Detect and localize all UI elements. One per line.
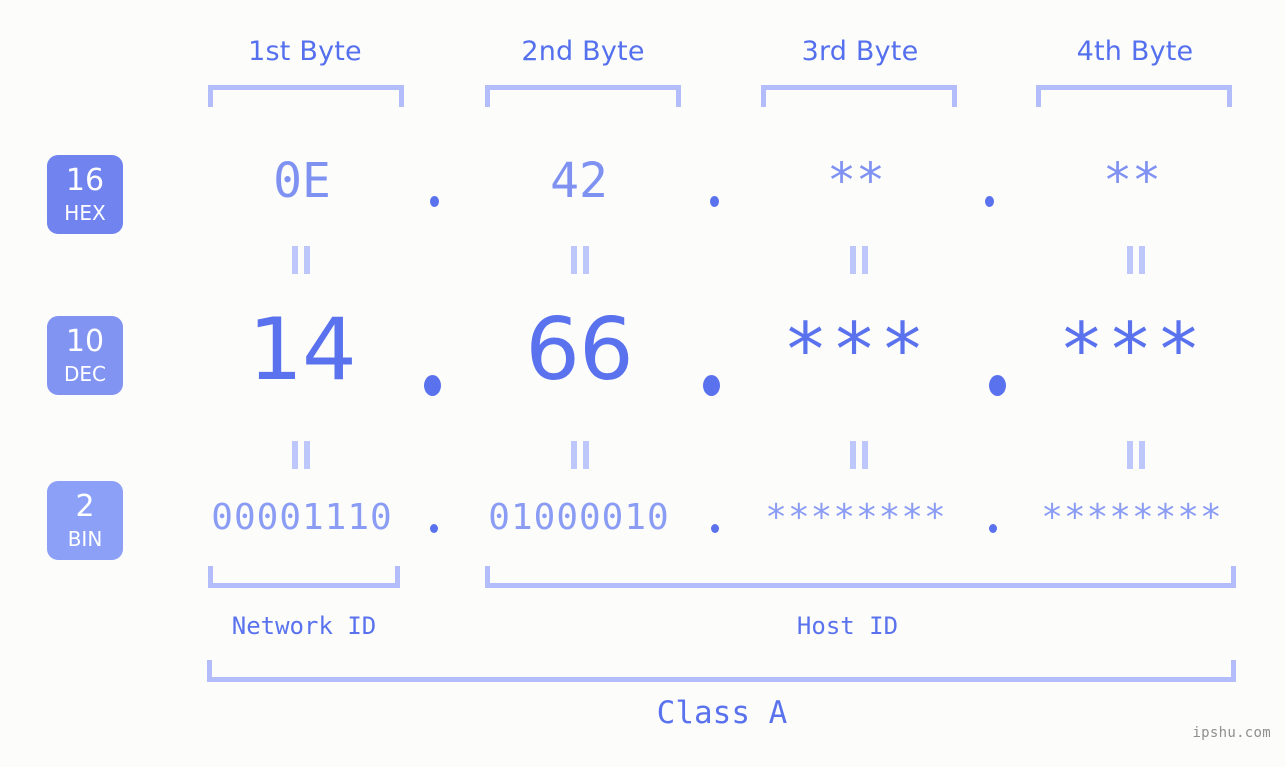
base-badge-hex: 16 HEX (47, 155, 123, 234)
network-id-bracket (208, 566, 400, 588)
hex-byte-4: ** (1103, 153, 1161, 209)
base-badge-bin-name: BIN (67, 527, 103, 551)
byte-bracket-top-2 (485, 85, 681, 107)
network-id-label: Network ID (231, 612, 377, 640)
base-badge-bin-number: 2 (75, 489, 95, 524)
dec-byte-2: 66 (525, 300, 633, 400)
bin-byte-1: 00001110 (211, 497, 393, 538)
bin-byte-4: ******** (1041, 497, 1223, 538)
hex-byte-1: 0E (273, 153, 331, 209)
byte-header-label-4: 4th Byte (1076, 36, 1194, 67)
byte-header-label-2: 2nd Byte (521, 36, 645, 67)
bin-dot-separator-2 (711, 524, 719, 533)
ip-address-breakdown-diagram: 1st Byte 2nd Byte 3rd Byte 4th Byte 16 H… (0, 0, 1285, 767)
hex-dot-separator-3 (985, 196, 994, 207)
equals-mark-hex-dec-3 (848, 246, 870, 274)
hex-byte-2: 42 (550, 153, 608, 209)
base-badge-hex-name: HEX (64, 201, 106, 225)
dec-dot-separator-3 (989, 375, 1006, 396)
base-badge-dec: 10 DEC (47, 316, 123, 395)
base-badge-dec-name: DEC (63, 362, 106, 386)
byte-bracket-top-1 (208, 85, 404, 107)
bin-byte-2: 01000010 (488, 497, 670, 538)
hex-byte-3: ** (827, 153, 885, 209)
dec-dot-separator-2 (703, 375, 720, 396)
byte-bracket-top-3 (761, 85, 957, 107)
byte-bracket-top-4 (1036, 85, 1232, 107)
equals-mark-hex-dec-2 (569, 246, 591, 274)
dec-byte-4: *** (1059, 307, 1205, 393)
base-badge-hex-number: 16 (65, 163, 105, 198)
bin-dot-separator-1 (430, 524, 438, 533)
class-bracket (207, 660, 1236, 682)
equals-mark-hex-dec-4 (1125, 246, 1147, 274)
host-id-bracket (485, 566, 1236, 588)
dec-byte-1: 14 (248, 300, 356, 400)
byte-header-label-1: 1st Byte (248, 36, 362, 67)
hex-dot-separator-1 (430, 196, 439, 207)
equals-mark-dec-bin-1 (290, 441, 312, 469)
byte-header-label-3: 3rd Byte (801, 36, 919, 67)
bin-dot-separator-3 (989, 524, 997, 533)
class-label: Class A (656, 695, 788, 731)
equals-mark-dec-bin-4 (1125, 441, 1147, 469)
bin-byte-3: ******** (765, 497, 947, 538)
dec-dot-separator-1 (424, 375, 441, 396)
site-watermark: ipshu.com (1192, 725, 1271, 741)
hex-dot-separator-2 (710, 196, 719, 207)
dec-byte-3: *** (783, 307, 929, 393)
base-badge-dec-number: 10 (65, 324, 105, 359)
equals-mark-dec-bin-2 (569, 441, 591, 469)
equals-mark-dec-bin-3 (848, 441, 870, 469)
host-id-label: Host ID (796, 612, 899, 640)
equals-mark-hex-dec-1 (290, 246, 312, 274)
base-badge-bin: 2 BIN (47, 481, 123, 560)
